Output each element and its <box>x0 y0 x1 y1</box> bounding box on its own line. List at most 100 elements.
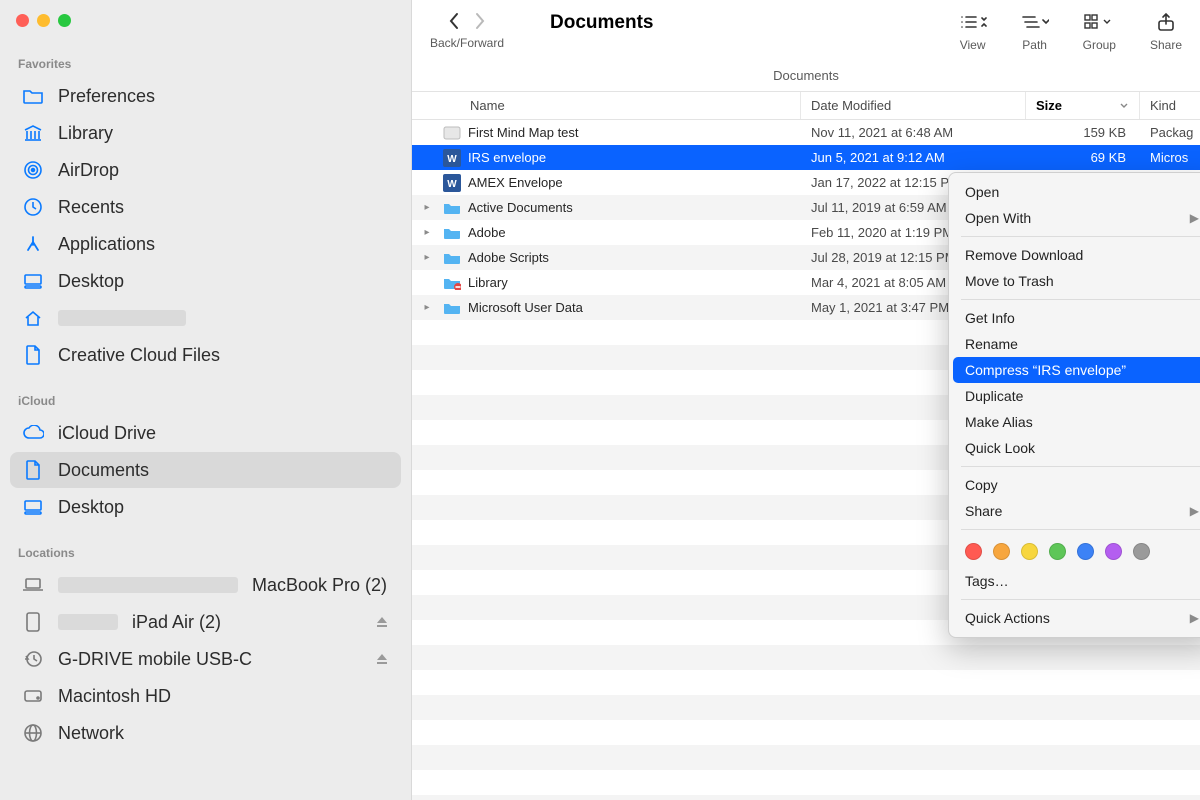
folder-icon <box>22 85 44 107</box>
sidebar-item-network[interactable]: Network <box>10 715 401 751</box>
file-name: First Mind Map test <box>468 125 801 140</box>
sidebar-item-home[interactable] <box>10 300 401 336</box>
airdrop-icon <box>22 159 44 181</box>
sidebar-item-label: Creative Cloud Files <box>58 345 389 366</box>
file-size: 69 KB <box>1026 150 1140 165</box>
file-size: 159 KB <box>1026 125 1140 140</box>
sidebar-item-label: Recents <box>58 197 389 218</box>
sidebar-item-applications[interactable]: Applications <box>10 226 401 262</box>
tag-color-dot[interactable] <box>993 543 1010 560</box>
folder-icon <box>442 223 462 243</box>
sidebar-item-macintosh-hd[interactable]: Macintosh HD <box>10 678 401 714</box>
disclosure-triangle-icon[interactable]: ▸ <box>412 202 442 213</box>
path-button[interactable]: Path <box>1021 12 1049 52</box>
laptop-icon <box>22 574 44 596</box>
sidebar-item-label: Applications <box>58 234 389 255</box>
doc-icon <box>22 344 44 366</box>
ipad-icon <box>22 611 44 633</box>
zoom-window-button[interactable] <box>58 14 71 27</box>
ctx-quick-actions[interactable]: Quick Actions▶ <box>949 605 1200 631</box>
file-row[interactable]: WIRS envelopeJun 5, 2021 at 9:12 AM69 KB… <box>412 145 1200 170</box>
tag-color-dot[interactable] <box>1021 543 1038 560</box>
back-button[interactable] <box>448 12 460 30</box>
forward-button[interactable] <box>474 12 486 30</box>
file-name: Adobe Scripts <box>468 250 801 265</box>
ctx-get-info[interactable]: Get Info <box>949 305 1200 331</box>
ctx-make-alias[interactable]: Make Alias <box>949 409 1200 435</box>
nav-label: Back/Forward <box>430 36 504 50</box>
file-kind: Micros <box>1140 150 1200 165</box>
path-bar[interactable]: Documents <box>412 64 1200 91</box>
file-row[interactable]: First Mind Map testNov 11, 2021 at 6:48 … <box>412 120 1200 145</box>
tag-color-dot[interactable] <box>1105 543 1122 560</box>
chevron-right-icon: ▶ <box>1190 504 1199 518</box>
minimize-window-button[interactable] <box>37 14 50 27</box>
ctx-open[interactable]: Open <box>949 179 1200 205</box>
pkg-icon <box>442 123 462 143</box>
sidebar-item-label: MacBook Pro (2) <box>252 575 389 596</box>
disclosure-triangle-icon[interactable]: ▸ <box>412 302 442 313</box>
ctx-compress[interactable]: Compress “IRS envelope” <box>953 357 1200 383</box>
sidebar-item-label: G-DRIVE mobile USB-C <box>58 649 361 670</box>
sidebar-item-macbook-pro-(2)[interactable]: MacBook Pro (2) <box>10 567 401 603</box>
chevron-right-icon: ▶ <box>1190 611 1199 625</box>
column-header-date[interactable]: Date Modified <box>801 92 1026 119</box>
ctx-share[interactable]: Share▶ <box>949 498 1200 524</box>
sidebar-item-icloud-drive[interactable]: iCloud Drive <box>10 415 401 451</box>
sidebar-item-g-drive-mobile-usb-c[interactable]: G-DRIVE mobile USB-C <box>10 641 401 677</box>
main-pane: Back/Forward Documents View Path Group S… <box>412 0 1200 800</box>
folder-icon <box>442 298 462 318</box>
folder-icon <box>442 198 462 218</box>
tag-color-dot[interactable] <box>1133 543 1150 560</box>
column-header-kind[interactable]: Kind <box>1140 92 1200 119</box>
sidebar-item-label: Macintosh HD <box>58 686 389 707</box>
close-window-button[interactable] <box>16 14 29 27</box>
sidebar-item-preferences[interactable]: Preferences <box>10 78 401 114</box>
ctx-quick-look[interactable]: Quick Look <box>949 435 1200 461</box>
sidebar-item-label: iPad Air (2) <box>132 612 361 633</box>
disclosure-triangle-icon[interactable]: ▸ <box>412 252 442 263</box>
ctx-remove-download[interactable]: Remove Download <box>949 242 1200 268</box>
redacted-text <box>58 310 186 326</box>
view-switcher-button[interactable]: View <box>959 12 987 52</box>
sidebar-item-desktop[interactable]: Desktop <box>10 489 401 525</box>
group-button[interactable]: Group <box>1083 12 1116 52</box>
sidebar-item-ipad-air-(2)[interactable]: iPad Air (2) <box>10 604 401 640</box>
disclosure-triangle-icon[interactable]: ▸ <box>412 227 442 238</box>
toolbar: Back/Forward Documents View Path Group S… <box>412 0 1200 64</box>
window-traffic-lights <box>8 10 403 51</box>
ctx-rename[interactable]: Rename <box>949 331 1200 357</box>
eject-icon[interactable] <box>375 615 389 629</box>
sidebar-section-icloud: iCloud <box>8 388 403 414</box>
cloud-icon <box>22 422 44 444</box>
redacted-text <box>58 614 118 630</box>
word-icon: W <box>442 148 462 168</box>
file-name: Library <box>468 275 801 290</box>
column-header-name[interactable]: Name <box>412 92 801 119</box>
sidebar-item-creative-cloud-files[interactable]: Creative Cloud Files <box>10 337 401 373</box>
column-headers: Name Date Modified Size Kind <box>412 91 1200 120</box>
ctx-duplicate[interactable]: Duplicate <box>949 383 1200 409</box>
eject-icon[interactable] <box>375 652 389 666</box>
ctx-copy[interactable]: Copy <box>949 472 1200 498</box>
share-button[interactable]: Share <box>1150 12 1182 52</box>
sidebar-item-label: Documents <box>58 460 389 481</box>
sidebar-item-recents[interactable]: Recents <box>10 189 401 225</box>
sidebar-item-label: AirDrop <box>58 160 389 181</box>
sidebar-item-library[interactable]: Library <box>10 115 401 151</box>
tag-color-dot[interactable] <box>965 543 982 560</box>
sidebar-item-documents[interactable]: Documents <box>10 452 401 488</box>
tag-color-dot[interactable] <box>1049 543 1066 560</box>
ctx-open-with[interactable]: Open With▶ <box>949 205 1200 231</box>
word-icon: W <box>442 173 462 193</box>
sidebar-item-desktop[interactable]: Desktop <box>10 263 401 299</box>
file-name: Active Documents <box>468 200 801 215</box>
ctx-tags[interactable]: Tags… <box>949 568 1200 594</box>
column-header-size[interactable]: Size <box>1026 92 1140 119</box>
file-date: Nov 11, 2021 at 6:48 AM <box>801 125 1026 140</box>
sidebar: Favorites PreferencesLibraryAirDropRecen… <box>0 0 412 800</box>
sidebar-item-airdrop[interactable]: AirDrop <box>10 152 401 188</box>
ctx-move-to-trash[interactable]: Move to Trash <box>949 268 1200 294</box>
tag-color-dot[interactable] <box>1077 543 1094 560</box>
timemachine-icon <box>22 648 44 670</box>
